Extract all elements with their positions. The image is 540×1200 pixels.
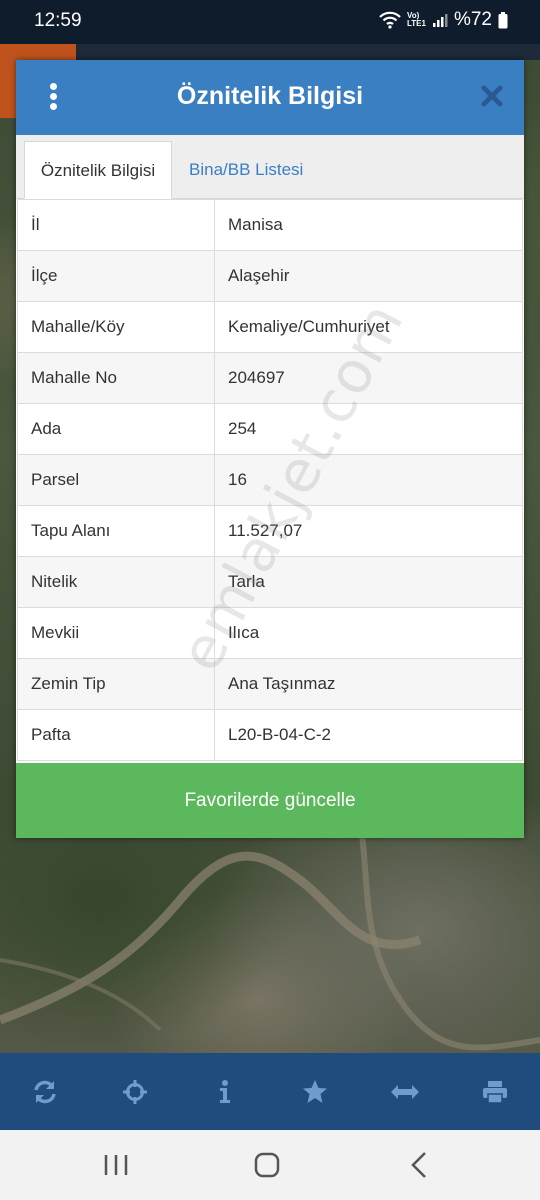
table-row: Pafta L20-B-04-C-2 bbox=[17, 709, 523, 761]
system-nav-bar bbox=[0, 1130, 540, 1200]
status-time: 12:59 bbox=[34, 10, 82, 31]
table-row: Mevkii Ilıca bbox=[17, 607, 523, 659]
row-key: Mahalle/Köy bbox=[17, 301, 215, 353]
home-icon[interactable] bbox=[249, 1148, 285, 1182]
update-favorites-button[interactable]: Favorilerde güncelle bbox=[16, 763, 524, 838]
row-value: Ilıca bbox=[214, 607, 523, 659]
map-top-bar bbox=[0, 44, 540, 60]
row-value: L20-B-04-C-2 bbox=[214, 709, 523, 761]
wifi-icon bbox=[379, 11, 401, 29]
close-icon[interactable] bbox=[480, 84, 504, 108]
table-row: Parsel 16 bbox=[17, 454, 523, 506]
row-value: 254 bbox=[214, 403, 523, 455]
row-key: Nitelik bbox=[17, 556, 215, 608]
row-key: Tapu Alanı bbox=[17, 505, 215, 557]
table-row: Zemin Tip Ana Taşınmaz bbox=[17, 658, 523, 710]
battery-percent: %72 bbox=[453, 9, 492, 30]
row-key: Parsel bbox=[17, 454, 215, 506]
tab-attribute-info[interactable]: Öznitelik Bilgisi bbox=[24, 141, 172, 199]
dialog-header: Öznitelik Bilgisi bbox=[16, 60, 524, 135]
refresh-icon[interactable] bbox=[25, 1072, 65, 1112]
row-value: Kemaliye/Cumhuriyet bbox=[214, 301, 523, 353]
status-bar: 12:59 Vo) LTE1 %72 bbox=[0, 0, 540, 44]
tabs-bar: Öznitelik Bilgisi Bina/BB Listesi bbox=[16, 135, 524, 199]
battery-icon bbox=[498, 11, 508, 28]
row-value: Ana Taşınmaz bbox=[214, 658, 523, 710]
star-icon[interactable] bbox=[295, 1072, 335, 1112]
row-value: 16 bbox=[214, 454, 523, 506]
row-value: Alaşehir bbox=[214, 250, 523, 302]
crosshair-icon[interactable] bbox=[115, 1072, 155, 1112]
table-row: Mahalle No 204697 bbox=[17, 352, 523, 404]
table-row: Mahalle/Köy Kemaliye/Cumhuriyet bbox=[17, 301, 523, 353]
table-row: Ada 254 bbox=[17, 403, 523, 455]
recent-apps-icon[interactable] bbox=[98, 1148, 134, 1182]
info-icon[interactable] bbox=[205, 1072, 245, 1112]
row-key: İl bbox=[17, 199, 215, 251]
status-icons: Vo) LTE1 %72 bbox=[379, 9, 508, 31]
lte-indicator: Vo) LTE1 bbox=[407, 12, 426, 28]
row-value: Manisa bbox=[214, 199, 523, 251]
dialog-title: Öznitelik Bilgisi bbox=[176, 82, 364, 110]
measure-icon[interactable] bbox=[385, 1072, 425, 1112]
row-key: Pafta bbox=[17, 709, 215, 761]
row-key: İlçe bbox=[17, 250, 215, 302]
attribute-dialog: Öznitelik Bilgisi Öznitelik Bilgisi Bina… bbox=[16, 60, 524, 838]
row-key: Ada bbox=[17, 403, 215, 455]
tab-building-list[interactable]: Bina/BB Listesi bbox=[189, 141, 303, 198]
print-icon[interactable] bbox=[475, 1072, 515, 1112]
table-row: İlçe Alaşehir bbox=[17, 250, 523, 302]
row-key: Mevkii bbox=[17, 607, 215, 659]
row-value: 204697 bbox=[214, 352, 523, 404]
row-key: Mahalle No bbox=[17, 352, 215, 404]
table-row: İl Manisa bbox=[17, 199, 523, 251]
attribute-table: İl Manisa İlçe Alaşehir Mahalle/Köy Kemaliy… bbox=[17, 199, 523, 761]
map-toolbar bbox=[0, 1053, 540, 1130]
table-row: Nitelik Tarla bbox=[17, 556, 523, 608]
row-value: Tarla bbox=[214, 556, 523, 608]
lte-label: LTE1 bbox=[407, 19, 426, 28]
table-row: Tapu Alanı 11.527,07 bbox=[17, 505, 523, 557]
back-icon[interactable] bbox=[402, 1148, 438, 1182]
row-key: Zemin Tip bbox=[17, 658, 215, 710]
map-road bbox=[0, 820, 540, 1051]
signal-icon bbox=[432, 14, 448, 27]
row-value: 11.527,07 bbox=[214, 505, 523, 557]
